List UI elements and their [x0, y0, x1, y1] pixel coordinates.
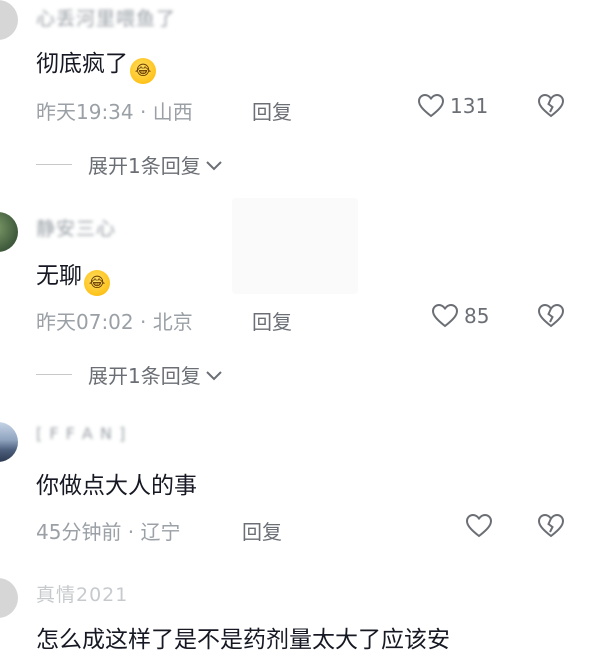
comment-username[interactable]: 真情2021 [36, 580, 128, 607]
comment-text-body: 彻底疯了 [36, 51, 128, 77]
laughing-crying-emoji-icon: 😂 [130, 58, 156, 84]
dislike-button[interactable] [538, 94, 564, 118]
expand-replies-button[interactable]: 展开1条回复 [36, 150, 223, 179]
heart-outline-icon [432, 304, 458, 328]
avatar[interactable] [0, 212, 18, 252]
divider-line [36, 164, 72, 165]
comment-text: 怎么成这样了是不是药剂量太大了应该安 [36, 627, 450, 653]
chevron-down-icon [205, 363, 223, 387]
like-button[interactable]: 85 [432, 304, 489, 328]
reply-button[interactable]: 回复 [252, 96, 292, 125]
comment-username[interactable]: 静安三心 [36, 214, 116, 241]
like-count: 85 [464, 304, 490, 328]
avatar[interactable] [0, 578, 18, 618]
comment-username[interactable]: [ F F A N ] [36, 424, 126, 443]
reply-button[interactable]: 回复 [252, 306, 292, 335]
laughing-crying-emoji-icon: 😂 [84, 270, 110, 296]
expand-replies-label: 展开1条回复 [88, 364, 201, 388]
like-count: 131 [450, 94, 489, 118]
like-button[interactable] [466, 514, 498, 538]
avatar[interactable] [0, 0, 18, 40]
comment-meta: 45分钟前 · 辽宁 [36, 520, 181, 544]
expand-replies-label: 展开1条回复 [88, 154, 201, 178]
avatar[interactable] [0, 422, 18, 462]
comment-meta: 昨天19:34 · 山西 [36, 100, 193, 124]
heart-outline-icon [466, 514, 492, 538]
reply-button[interactable]: 回复 [242, 516, 282, 545]
comment-text: 无聊 😂 [36, 256, 110, 296]
comment-meta: 昨天07:02 · 北京 [36, 310, 193, 334]
heart-outline-icon [418, 94, 444, 118]
comment-username[interactable]: 心丢河里喂鱼了 [36, 4, 176, 31]
broken-heart-icon [538, 304, 564, 328]
divider-line [36, 374, 72, 375]
expand-replies-button[interactable]: 展开1条回复 [36, 360, 223, 389]
comment-text: 你做点大人的事 [36, 473, 197, 499]
dislike-button[interactable] [538, 514, 564, 538]
comment-text-body: 无聊 [36, 263, 82, 289]
watermark-overlay [232, 198, 358, 294]
chevron-down-icon [205, 153, 223, 177]
comment-text: 彻底疯了 😂 [36, 44, 156, 84]
like-button[interactable]: 131 [418, 94, 488, 118]
broken-heart-icon [538, 514, 564, 538]
broken-heart-icon [538, 94, 564, 118]
dislike-button[interactable] [538, 304, 564, 328]
